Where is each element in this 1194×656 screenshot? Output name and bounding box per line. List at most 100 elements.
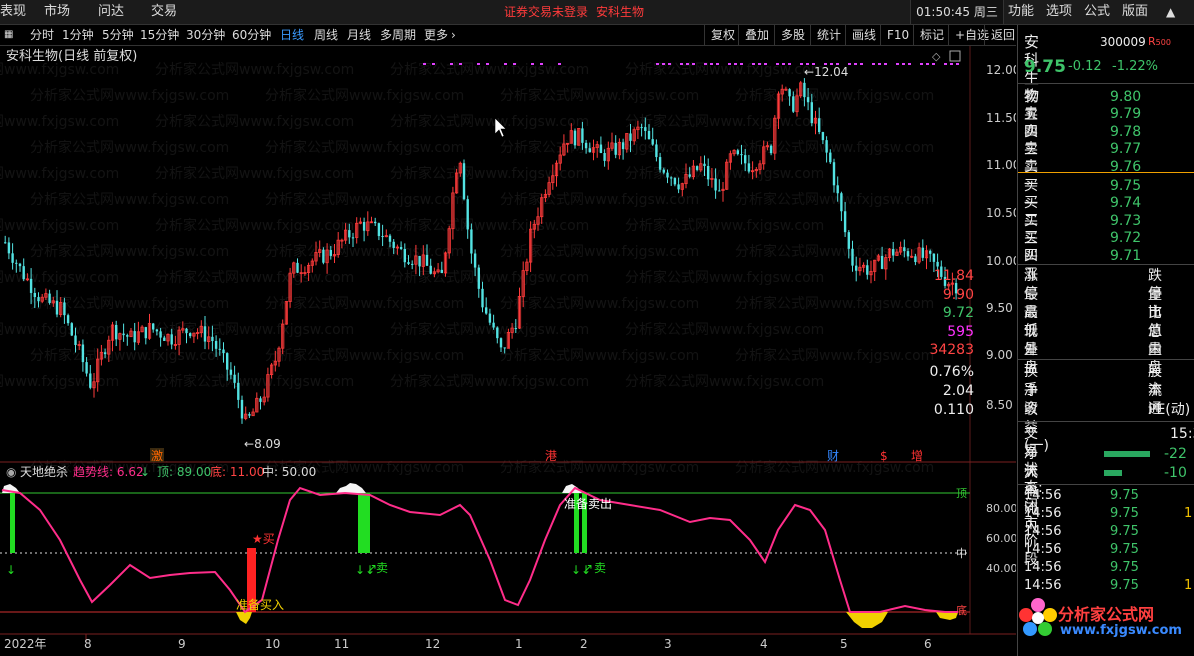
tool-add-watchlist[interactable]: +自选	[948, 25, 989, 45]
period-tab-60min[interactable]: 60分钟	[232, 25, 271, 45]
candle-body	[322, 249, 325, 263]
candle-body	[492, 322, 495, 328]
current-stock-title: 安科生物	[596, 5, 645, 19]
price-tick: 9.50	[986, 301, 1013, 315]
period-tab-5min[interactable]: 5分钟	[102, 25, 134, 45]
period-tab-15min[interactable]: 15分钟	[140, 25, 179, 45]
candle-body	[226, 353, 229, 370]
price-axis: 12.00 11.50 11.00 10.50 10.00 9.50 9.00 8.50	[986, 63, 1016, 412]
candle-body	[399, 247, 403, 249]
candle-body	[847, 232, 850, 249]
period-tab-monthly[interactable]: 月线	[347, 25, 371, 45]
candle-body	[670, 177, 673, 179]
login-warning[interactable]: 证券交易未登录	[504, 0, 588, 24]
tool-statistics[interactable]: 统计	[810, 25, 841, 45]
candle-body	[85, 362, 88, 374]
indicator-name: 天地绝杀	[20, 464, 68, 479]
candle-body	[115, 324, 118, 340]
candle-body	[466, 199, 469, 230]
candle-body	[248, 414, 251, 416]
watermark-text: 分析家公式网www.fxjgsw.com	[500, 191, 699, 208]
signal-dot	[513, 63, 516, 65]
watermark-text: 分析家公式网www.fxjgsw.com	[500, 139, 699, 156]
candle-body	[411, 263, 414, 265]
tool-restore-rights[interactable]: 复权	[704, 25, 735, 45]
menu-item-formula[interactable]: 公式	[1084, 0, 1110, 24]
period-tab-30min[interactable]: 30分钟	[186, 25, 225, 45]
signal-dot	[896, 63, 899, 65]
r-tag: R500	[1148, 35, 1171, 48]
period-tab-more[interactable]: 更多	[424, 25, 448, 45]
tool-mark[interactable]: 标记	[913, 25, 944, 45]
period-tab-daily[interactable]: 日线	[280, 25, 304, 45]
indicator-menu-icon[interactable]: ◉	[6, 465, 16, 479]
candle-body	[584, 142, 588, 149]
chevron-right-icon[interactable]: ›	[451, 25, 456, 45]
candle-body	[392, 241, 395, 248]
watermark-text: 分析家公式网www.fxjgsw.com	[735, 87, 934, 104]
watermark-text: 分析家公式网www.fxjgsw.com	[155, 113, 354, 130]
period-tab-weekly[interactable]: 周线	[314, 25, 338, 45]
tool-draw-line[interactable]: 画线	[845, 25, 876, 45]
candle-body	[37, 297, 40, 302]
menu-item-wenda[interactable]: 问达	[98, 0, 124, 24]
period-tab-1min[interactable]: 1分钟	[62, 25, 94, 45]
candle-body	[481, 288, 484, 308]
period-tab-fenshi[interactable]: 分时	[30, 25, 54, 45]
candle-body	[806, 97, 810, 103]
tool-back[interactable]: 返回	[984, 25, 1015, 45]
diamond-icon[interactable]: ◇	[932, 50, 941, 63]
candle-body	[18, 263, 22, 267]
signal-dot	[878, 63, 881, 65]
watermark-text: 分析家公式网www.fxjgsw.com	[0, 269, 119, 286]
tool-overlay[interactable]: 叠加	[738, 25, 769, 45]
signal-dot	[504, 63, 507, 65]
candle-body	[640, 127, 643, 129]
logo-url: www.fxjgsw.com	[1060, 623, 1182, 638]
watermark-text: 分析家公式网www.fxjgsw.com	[30, 243, 229, 260]
candle-body	[122, 333, 125, 336]
candle-body	[647, 130, 651, 140]
tool-f10[interactable]: F10	[880, 25, 909, 45]
menu-item-function[interactable]: 功能	[1008, 0, 1034, 24]
period-toolbar: ▦ 分时 1分钟 5分钟 15分钟 30分钟 60分钟 日线 周线 月线 多周期…	[0, 25, 1016, 46]
candle-body	[374, 221, 377, 224]
svg-text:5: 5	[840, 637, 848, 651]
candle-body	[840, 193, 843, 212]
candle-body	[189, 333, 192, 337]
watermark-text: 分析家公式网www.fxjgsw.com	[30, 87, 229, 104]
menu-item-trade[interactable]: 交易	[151, 0, 177, 24]
candle-body	[55, 300, 59, 315]
watermark-text: 分析家公式网www.fxjgsw.com	[155, 321, 354, 338]
logo: 分析家公式网 www.fxjgsw.com	[1018, 595, 1194, 656]
price-tick: 11.50	[986, 111, 1016, 125]
chevron-up-icon[interactable]: ▲	[1166, 0, 1175, 24]
sell-label-1: 卖	[376, 561, 388, 575]
quote-panel: 安科生物 300009 R500 9.75 -0.12 -1.22% 卖五 9.8…	[929, 25, 1194, 656]
price-tick: 10.00	[986, 254, 1016, 268]
trend-legend: 趋势线: 6.62	[73, 465, 144, 479]
restore-icon[interactable]	[949, 50, 961, 62]
candle-body	[769, 145, 773, 154]
candle-body	[473, 253, 477, 268]
candle-body	[629, 133, 632, 141]
candle-body	[832, 162, 836, 186]
tool-multi-stock[interactable]: 多股	[774, 25, 805, 45]
menu-item-layout[interactable]: 版面	[1122, 0, 1148, 24]
candle-body	[362, 222, 366, 231]
watermark-text: 分析家公式网www.fxjgsw.com	[625, 321, 824, 338]
kline-chart[interactable]: 分析家公式网www.fxjgsw.com 分析家公式网www.fxjgsw.com…	[0, 46, 1016, 656]
candle-body	[211, 336, 214, 342]
candle-body	[707, 166, 710, 180]
watermark-text: 分析家公式网www.fxjgsw.com	[0, 321, 119, 338]
menu-item-market[interactable]: 市场	[44, 0, 70, 24]
price-tick: 12.00	[986, 63, 1016, 77]
period-tab-multi[interactable]: 多周期	[380, 25, 416, 45]
menu-item-options[interactable]: 选项	[1046, 0, 1072, 24]
grid-icon[interactable]: ▦	[4, 25, 13, 45]
trend-line	[1, 486, 958, 614]
watermark-text: 分析家公式网www.fxjgsw.com	[500, 347, 699, 364]
candle-body	[662, 169, 665, 173]
menu-item-biaoxian[interactable]: 表现	[0, 0, 26, 24]
event-dollar: $	[880, 449, 888, 463]
